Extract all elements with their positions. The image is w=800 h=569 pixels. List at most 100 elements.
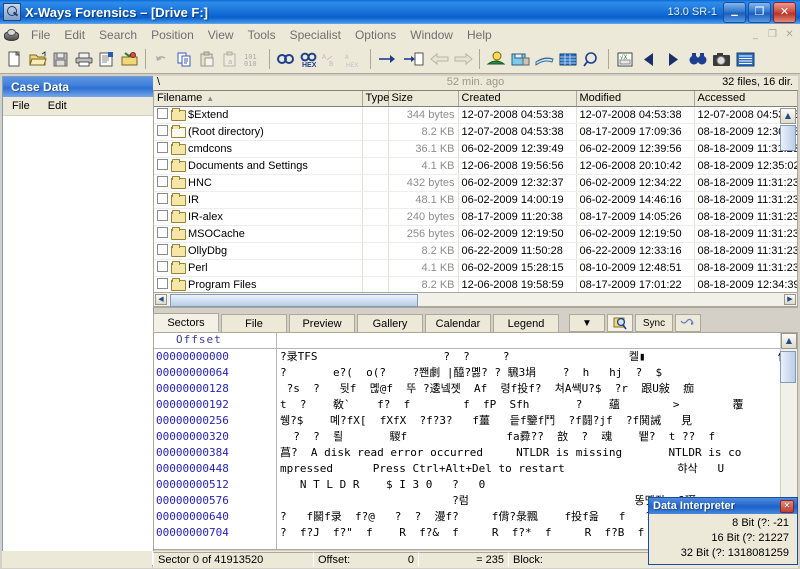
row-checkbox[interactable]	[157, 125, 168, 136]
hex-row[interactable]: 00000000256 쒱?$ 몌?fX[ fXfX ?f?3? f薑 듵f鑒f鬥…	[154, 413, 797, 429]
case-icon[interactable]	[118, 48, 141, 71]
column-header-size[interactable]: Size	[388, 91, 459, 107]
tab-sectors[interactable]: Sectors	[153, 313, 219, 332]
column-header-filename[interactable]: Filename ▲	[154, 91, 363, 107]
find-icon[interactable]	[274, 48, 297, 71]
tab-legend[interactable]: Legend	[493, 314, 559, 332]
hex-row[interactable]: 00000000448 mpressed Press Ctrl+Alt+Del t…	[154, 461, 797, 477]
table-row[interactable]: Perl 4.1 KB 06-02-2009 15:28:15 08-10-2009 …	[154, 259, 797, 277]
hex-row[interactable]: 00000000320 ? ? 뢸 騣f fa彛?? 敨 ? 魂 뙡? t ??…	[154, 429, 797, 445]
copy-icon[interactable]	[173, 48, 196, 71]
tab-preview[interactable]: Preview	[289, 314, 355, 332]
cell-filename[interactable]: (Root directory)	[154, 123, 363, 141]
goto-icon[interactable]	[375, 48, 401, 71]
snapshot-icon[interactable]	[709, 48, 733, 71]
new-icon[interactable]	[3, 48, 26, 71]
scroll-up-button[interactable]: ▲	[780, 108, 796, 124]
hex-row[interactable]: 00000000064 ? e?( o(? ?쫸劇 |醯?몛? ? 騛3埍 ? h…	[154, 365, 797, 381]
table-row[interactable]: Program Files 8.2 KB 12-06-2008 19:58:59 08…	[154, 276, 797, 294]
hex-scroll-thumb[interactable]	[780, 351, 796, 383]
row-checkbox[interactable]	[157, 108, 168, 119]
goto-offset-icon[interactable]	[401, 48, 427, 71]
mdi-restore-button[interactable]: ❐	[765, 28, 780, 42]
row-checkbox[interactable]	[157, 176, 168, 187]
hex-row[interactable]: 00000000512 N T L D R $ I 3 0 ? 0	[154, 477, 797, 493]
data-interpreter-close-icon[interactable]: ✕	[780, 499, 794, 513]
menu-item-tools[interactable]: Tools	[241, 26, 283, 44]
row-checkbox[interactable]	[157, 244, 168, 255]
listing-icon[interactable]	[733, 48, 757, 71]
open-disk-icon[interactable]	[484, 48, 508, 71]
table-row[interactable]: IR 48.1 KB 06-02-2009 14:00:19 06-02-2009 1…	[154, 191, 797, 209]
case-data-tree[interactable]	[3, 116, 153, 563]
row-checkbox[interactable]	[157, 261, 168, 272]
cell-filename[interactable]: OllyDbg	[154, 242, 363, 260]
mdi-minimize-button[interactable]: _	[748, 28, 763, 42]
raid-icon[interactable]	[532, 48, 556, 71]
cell-filename[interactable]: Program Files	[154, 276, 363, 294]
menu-item-view[interactable]: View	[201, 26, 241, 44]
minimize-button[interactable]: _	[723, 1, 746, 23]
save-icon[interactable]	[49, 48, 72, 71]
table-row[interactable]: HNC 432 bytes 06-02-2009 12:32:37 06-02-200…	[154, 174, 797, 192]
hex-scroll-up-button[interactable]: ▲	[781, 333, 797, 349]
row-checkbox[interactable]	[157, 159, 168, 170]
scroll-right-button[interactable]: ▶	[784, 294, 796, 305]
current-path[interactable]: \	[157, 76, 160, 88]
menu-item-specialist[interactable]: Specialist	[283, 26, 348, 44]
cell-filename[interactable]: HNC	[154, 174, 363, 192]
menu-item-help[interactable]: Help	[460, 26, 499, 44]
table-row[interactable]: OllyDbg 8.2 KB 06-22-2009 11:50:28 06-22-20…	[154, 242, 797, 260]
open-icon[interactable]	[26, 48, 49, 71]
table-row[interactable]: (Root directory) 8.2 KB 12-07-2008 04:53:3…	[154, 123, 797, 141]
dropdown-button[interactable]: ▼	[569, 314, 605, 332]
menu-item-window[interactable]: Window	[403, 26, 460, 44]
search-magnifier-button[interactable]	[607, 314, 633, 332]
open-image-icon[interactable]	[508, 48, 532, 71]
row-checkbox[interactable]	[157, 227, 168, 238]
cell-filename[interactable]: IR-alex	[154, 208, 363, 226]
scroll-left-button[interactable]: ◀	[155, 294, 167, 305]
search-binoculars-icon[interactable]	[685, 48, 709, 71]
table-row[interactable]: cmdcons 36.1 KB 06-02-2009 12:39:49 06-02-2…	[154, 140, 797, 158]
calc-icon[interactable]: √X	[613, 48, 637, 71]
table-row[interactable]: IR-alex 240 bytes 08-17-2009 11:20:38 08-17…	[154, 208, 797, 226]
row-checkbox[interactable]	[157, 278, 168, 289]
table-row[interactable]: Documents and Settings 4.1 KB 12-06-2008 1…	[154, 157, 797, 175]
horizontal-scroll-thumb[interactable]	[170, 294, 418, 307]
menu-item-options[interactable]: Options	[348, 26, 403, 44]
menu-item-position[interactable]: Position	[144, 26, 201, 44]
hex-row[interactable]: 00000000000 ?录TFS ? ? ? 켈▮ 傑'	[154, 349, 797, 365]
cell-filename[interactable]: Perl	[154, 259, 363, 277]
table-row[interactable]: $Extend 344 bytes 12-07-2008 04:53:38 12-07…	[154, 106, 797, 124]
cell-filename[interactable]: MSOCache	[154, 225, 363, 243]
sync-button[interactable]: Sync	[635, 314, 673, 332]
cell-filename[interactable]: Documents and Settings	[154, 157, 363, 175]
row-checkbox[interactable]	[157, 210, 168, 221]
squiggle-button[interactable]	[675, 314, 701, 332]
search-icon[interactable]	[580, 48, 604, 71]
directory-browser[interactable]: Filename ▲ Type Size Created Modified Acc…	[153, 90, 798, 308]
case-menu-edit[interactable]: Edit	[39, 100, 76, 112]
row-checkbox[interactable]	[157, 142, 168, 153]
hex-row[interactable]: 00000000384 菖? A disk read error occurred…	[154, 445, 797, 461]
report-icon[interactable]	[95, 48, 118, 71]
hex-row[interactable]: 00000000128 ?s ? 뒷f 몒@f 뚜 ?逶넼졧 Af 령f投f? …	[154, 381, 797, 397]
tab-calendar[interactable]: Calendar	[425, 314, 491, 332]
cell-filename[interactable]: $Extend	[154, 106, 363, 124]
find-hex-icon[interactable]: HEX	[297, 48, 320, 71]
mdi-close-button[interactable]: ✕	[782, 28, 797, 42]
cell-filename[interactable]: IR	[154, 191, 363, 209]
case-menu-file[interactable]: File	[3, 100, 39, 112]
column-header-type[interactable]: Type	[362, 91, 389, 107]
table-row[interactable]: MSOCache 256 bytes 06-02-2009 12:19:50 06-0…	[154, 225, 797, 243]
menu-item-file[interactable]: File	[24, 26, 57, 44]
horizontal-scrollbar[interactable]: ◀ ▶	[153, 292, 798, 307]
menu-item-search[interactable]: Search	[92, 26, 144, 44]
prev-icon[interactable]	[637, 48, 661, 71]
column-header-accessed[interactable]: Accessed	[694, 91, 797, 107]
column-header-modified[interactable]: Modified	[576, 91, 695, 107]
hex-row[interactable]: 00000000192 t ? 敎` f? f f fP Sfh ? 蘊 > 覆	[154, 397, 797, 413]
menu-item-edit[interactable]: Edit	[57, 26, 92, 44]
column-header-created[interactable]: Created	[458, 91, 577, 107]
